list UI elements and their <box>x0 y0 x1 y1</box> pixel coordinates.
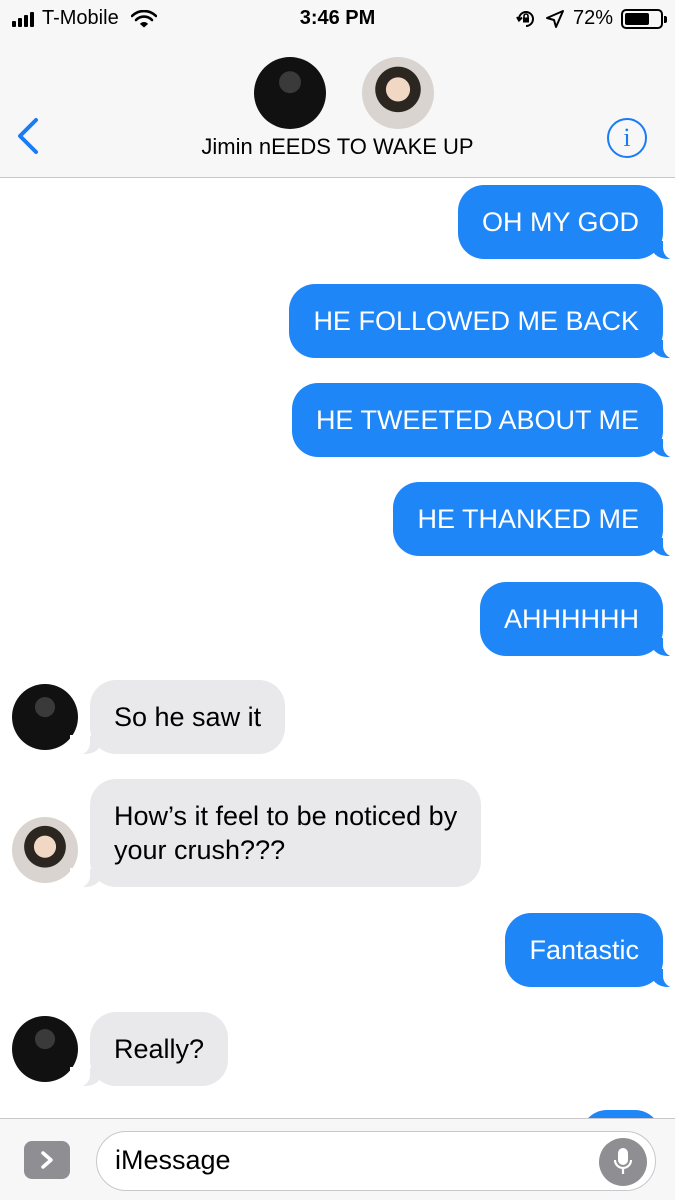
message-text: Really? <box>114 1034 205 1064</box>
contact-avatar-2[interactable] <box>362 57 434 129</box>
contact-avatar-1[interactable] <box>254 57 326 129</box>
conversation-title[interactable]: Jimin nEEDS TO WAKE UP <box>0 134 675 160</box>
info-icon[interactable]: i <box>607 118 647 158</box>
partial-sent-message-bubble[interactable] <box>581 1110 661 1118</box>
sent-message-bubble[interactable]: HE FOLLOWED ME BACK <box>289 284 675 359</box>
message-text: OH MY GOD <box>481 207 639 237</box>
battery-percent: 72% <box>572 7 613 29</box>
message-text: AHHHHHH <box>504 604 639 634</box>
microphone-icon <box>613 1148 633 1174</box>
sent-message-bubble[interactable]: OH MY GOD <box>457 185 675 260</box>
sent-message-bubble[interactable]: Fantastic <box>505 913 675 988</box>
message-text: So he saw it <box>114 702 262 732</box>
message-text: Fantastic <box>529 935 639 965</box>
input-bar: iMessage <box>0 1118 675 1200</box>
battery-fill <box>625 12 650 25</box>
dictation-button[interactable] <box>599 1138 647 1186</box>
conversation-header: Jimin nEEDS TO WAKE UP i <box>0 38 675 178</box>
status-bar: T-Mobile 3:46 PM 72% <box>0 0 675 38</box>
message-input-placeholder: iMessage <box>115 1145 231 1175</box>
message-text: HE THANKED ME <box>417 504 639 534</box>
sender-avatar[interactable] <box>12 684 78 750</box>
message-input[interactable]: iMessage <box>96 1131 656 1191</box>
sender-avatar[interactable] <box>12 817 78 883</box>
chevron-right-icon <box>41 1151 53 1169</box>
battery-icon <box>621 8 667 29</box>
received-message-bubble[interactable]: How’s it feel to be noticed by your crus… <box>69 779 482 888</box>
message-text-line-2: your crush??? <box>114 835 286 865</box>
message-text: HE FOLLOWED ME BACK <box>313 306 639 336</box>
message-text: HE TWEETED ABOUT ME <box>315 405 639 435</box>
sent-message-bubble[interactable]: HE TWEETED ABOUT ME <box>291 383 675 458</box>
sent-message-bubble[interactable]: AHHHHHH <box>480 582 675 657</box>
status-right: 72% <box>515 7 667 30</box>
received-message-bubble[interactable]: Really? <box>69 1012 229 1087</box>
message-thread[interactable]: OH MY GOD HE FOLLOWED ME BACK HE TWEETED… <box>0 178 675 1118</box>
received-message-bubble[interactable]: So he saw it <box>69 680 286 755</box>
sent-message-bubble[interactable]: HE THANKED ME <box>393 482 675 557</box>
message-text-line-1: How’s it feel to be noticed by <box>114 801 458 831</box>
orientation-lock-icon <box>516 10 534 27</box>
app-drawer-button[interactable] <box>24 1141 70 1179</box>
sender-avatar[interactable] <box>12 1016 78 1082</box>
location-arrow-icon <box>545 9 564 28</box>
